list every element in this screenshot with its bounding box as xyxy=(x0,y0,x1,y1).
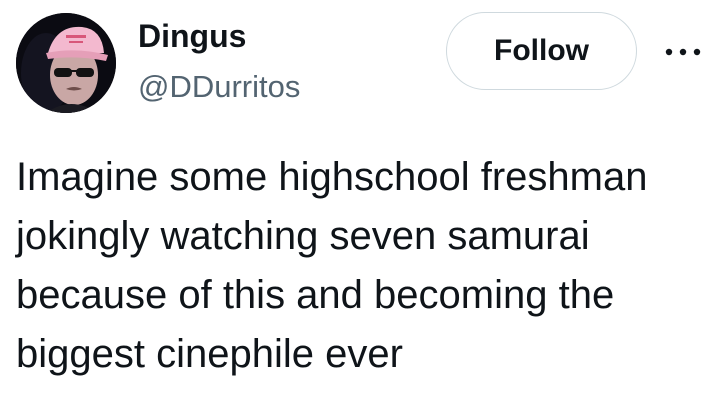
tweet-text-line: because of this and becoming the xyxy=(16,273,615,317)
follow-button[interactable]: Follow xyxy=(446,12,637,90)
tweet-card: Dingus @DDurritos Follow Imagine some hi… xyxy=(0,0,721,400)
avatar[interactable] xyxy=(16,13,116,113)
more-options-button[interactable] xyxy=(660,32,706,72)
tweet-text-line: Imagine some highschool freshman xyxy=(16,155,648,199)
tweet-text-line: jokingly watching seven samurai xyxy=(16,214,590,258)
author-handle[interactable]: @DDurritos xyxy=(138,67,300,107)
tweet-text-line: biggest cinephile ever xyxy=(16,332,403,376)
tweet-text: Imagine some highschool freshman jokingl… xyxy=(16,148,716,384)
more-horizontal-icon xyxy=(665,48,701,56)
author-display-name[interactable]: Dingus xyxy=(138,16,246,56)
profile-photo-icon xyxy=(16,13,116,113)
